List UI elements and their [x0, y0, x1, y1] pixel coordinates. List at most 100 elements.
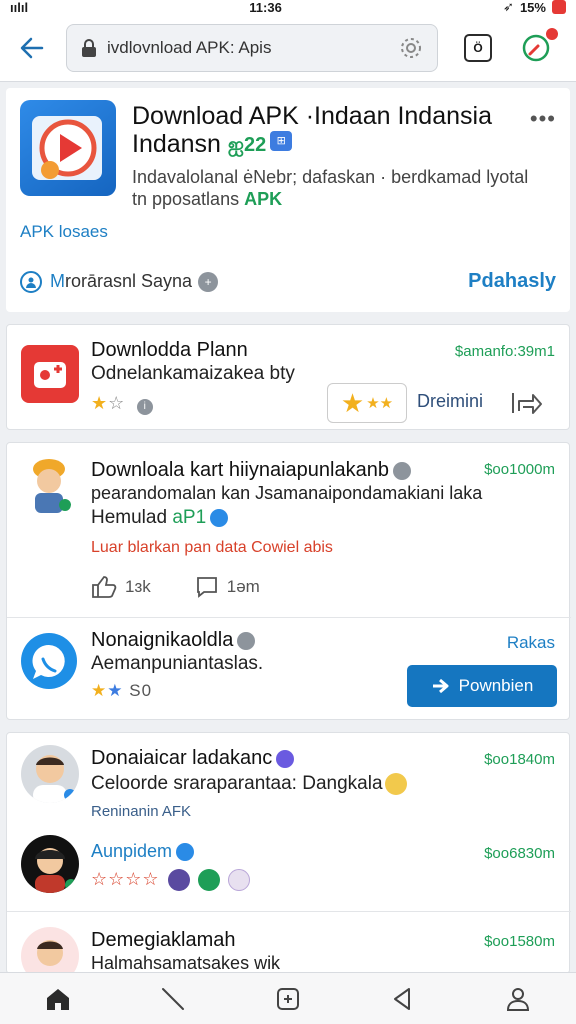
info-icon: i [137, 399, 154, 415]
download-button[interactable]: Pownbien [407, 665, 557, 707]
comment-icon [196, 577, 217, 598]
triangle-back-icon [394, 987, 411, 1010]
card-title: Donaiaicar ladakanc [91, 747, 295, 770]
play-logo-icon [32, 116, 102, 180]
plus-square-icon [276, 987, 299, 1010]
back-button[interactable] [14, 30, 50, 66]
app-icon[interactable] [20, 100, 116, 196]
badge-purple-icon [167, 869, 190, 892]
share-icon [512, 393, 542, 414]
signal-indicator: ıılıl [10, 0, 29, 15]
card-title: Downlodda Plann [91, 339, 248, 361]
blue-badge-icon: ⊞ [270, 131, 293, 152]
rakas-link[interactable]: Rakas [507, 633, 555, 653]
app-title-line2: Indansn [132, 130, 221, 158]
bottom-navigation [0, 972, 576, 1024]
card-price: $oo1000m [484, 461, 555, 478]
verified-icon [237, 631, 256, 650]
add-icon[interactable]: + [198, 271, 219, 292]
app-title-line1: Download APK ·Indaan Indansia [132, 102, 492, 130]
notification-dot [546, 27, 558, 40]
green-badge-icon: ஐ22 [227, 134, 267, 157]
rate-button[interactable]: ★ ★★ [327, 383, 407, 423]
app-hero-card: Download APK ·Indaan Indansia Indansn ஐ2… [6, 88, 570, 312]
card-price: $oo1580m [484, 933, 555, 950]
tabs-button[interactable]: Ö [464, 33, 492, 62]
description-line1: Indavalolanal ėNebr; dafaskan · berdkama… [132, 167, 529, 187]
card-subtitle: pearandomalan kan Jsamanaipondamakiani l… [91, 483, 483, 503]
rating-stars: ★☆ i [91, 393, 154, 415]
battery-level: 15% [519, 0, 546, 15]
verified-blue-icon [210, 508, 229, 527]
extension-button[interactable] [520, 27, 558, 64]
nav-profile[interactable] [498, 979, 538, 1019]
lock-icon [82, 38, 96, 57]
download-button-label: Pownbien [458, 676, 534, 695]
rating-stars: ★★ S0 [91, 681, 153, 700]
gear-icon[interactable] [399, 36, 423, 60]
card-title: Aunpidem [91, 841, 195, 862]
app-card-3: Donaiaicar ladakanc $oo1840m Celoorde sr… [6, 732, 571, 985]
star-icon: ★ [340, 387, 365, 418]
nav-back[interactable] [383, 979, 423, 1019]
more-options-button[interactable]: ••• [530, 106, 556, 132]
verified-icon [392, 461, 411, 480]
like-button[interactable]: 1ɜk [91, 575, 151, 599]
status-bar: ıılıl 11:36 ➶ 15% [0, 0, 576, 15]
description-line2: tn pposatlans [132, 189, 240, 209]
app-logo-icon [34, 362, 66, 388]
url-text: ivdlovnload APK: Apis [107, 37, 272, 57]
card-subtitle: Aemanpuniantaslas. [91, 653, 264, 674]
comment-button[interactable]: 1əm [195, 575, 260, 599]
hero-action-link[interactable]: Pdahasly [468, 270, 556, 293]
card-title: Demegiaklamah [91, 929, 236, 951]
chat-app-icon [21, 633, 77, 689]
person-icon [507, 987, 530, 1011]
clock: 11:36 [249, 0, 282, 15]
download-link[interactable]: Dreimini [417, 391, 483, 412]
tab-count: Ö [473, 40, 483, 55]
home-icon [46, 988, 69, 1010]
nav-add[interactable] [268, 979, 308, 1019]
badge-light-icon [227, 869, 250, 892]
arrow-right-icon [432, 678, 449, 694]
description-apk: APK [244, 189, 283, 209]
card-price: $oo6830m [484, 845, 555, 862]
card-title: Downloala kart hiiynaiapunlakanb [91, 459, 411, 482]
card-tag: Reninanin AFK [91, 803, 192, 820]
star-small-icon: ★★ [366, 395, 394, 412]
developer-name[interactable]: Mrorārasnl Sayna [50, 271, 192, 292]
rating-stars: ☆☆☆☆ [91, 869, 250, 892]
like-count: 1ɜk [125, 577, 151, 596]
developer-row: Mrorārasnl Sayna + Pdahasly [20, 270, 556, 293]
card-price: $amanfo:39m1 [454, 343, 555, 360]
card-line3: Hemulad aP1 [91, 507, 229, 529]
divider [7, 617, 571, 618]
address-bar[interactable]: ivdlovnload APK: Apis [66, 23, 438, 72]
apk-sources-link[interactable]: APK losaes [20, 222, 108, 242]
divider [7, 911, 571, 912]
notification-icon [551, 0, 566, 14]
nav-edit[interactable] [153, 979, 193, 1019]
emoji-icon [384, 773, 407, 795]
app-title: Download APK ·Indaan Indansia Indansn ஐ2… [132, 102, 512, 159]
card-title: Nonaignikaoldla [91, 629, 256, 652]
avatar-worker [27, 457, 71, 513]
app-card-2: Downloala kart hiiynaiapunlakanb $oo1000… [6, 442, 571, 720]
card-price: $oo1840m [484, 751, 555, 768]
badge-green-icon [197, 869, 220, 892]
avatar-user-2 [21, 835, 79, 893]
nav-home[interactable] [38, 979, 78, 1019]
card-subtitle: Halmahsamatsakes wik [91, 953, 281, 973]
verified-purple-icon [276, 749, 295, 768]
app-card-1[interactable]: Downlodda Plann Odnelankamaizakea bty ★☆… [6, 324, 570, 430]
status-right: ➶ 15% [503, 0, 566, 15]
avatar-user-1 [21, 745, 79, 803]
arrow-left-icon [20, 37, 44, 58]
browser-toolbar: ivdlovnload APK: Apis Ö [0, 14, 576, 82]
share-button[interactable] [509, 387, 545, 417]
warning-text: Luar blarkan pan data Cowiel abis [91, 539, 333, 556]
thumbs-up-icon [92, 576, 117, 598]
app-description: Indavalolanal ėNebr; dafaskan · berdkama… [132, 166, 542, 210]
card-subtitle: Odnelankamaizakea bty [91, 363, 295, 384]
